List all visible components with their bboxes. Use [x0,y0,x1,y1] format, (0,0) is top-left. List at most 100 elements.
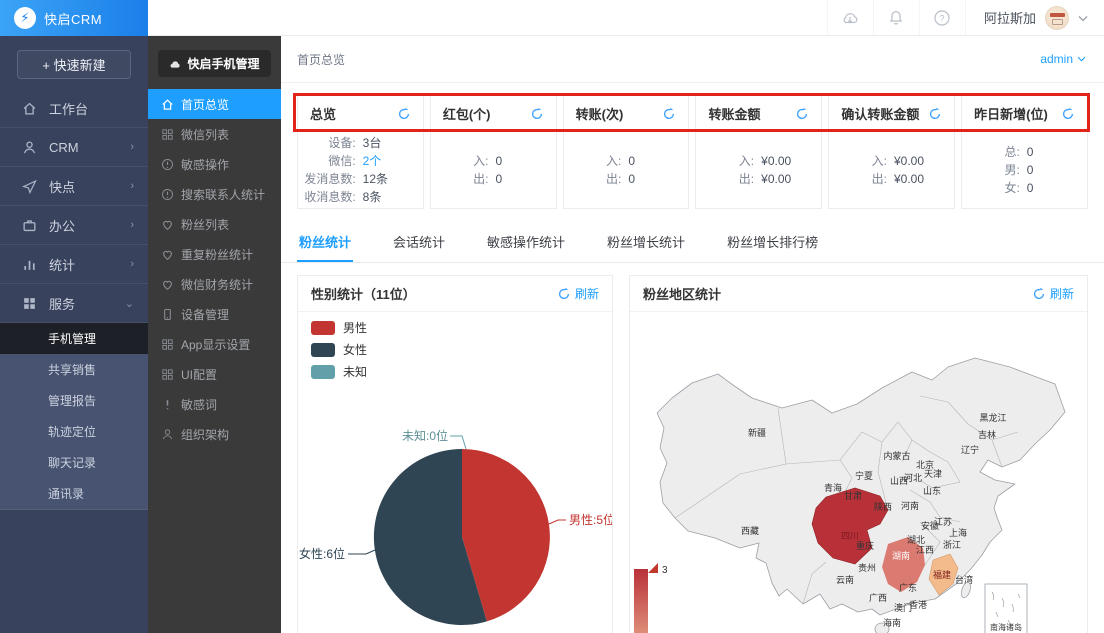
province-label[interactable]: 西藏 [741,525,759,536]
stat-value: 3台 [363,134,417,152]
avatar[interactable] [1045,6,1069,30]
module-item-label: 敏感操作 [181,156,229,173]
legend-item-unknown[interactable]: 未知 [311,363,367,380]
bar-chart-icon [22,257,37,272]
module-item-device-management[interactable]: 设备管理 [148,299,281,329]
province-label[interactable]: 山西 [890,476,908,486]
province-label[interactable]: 四川 [841,531,859,541]
province-label[interactable]: 湖南 [892,550,910,561]
province-label[interactable]: 山东 [923,485,941,496]
province-label[interactable]: 陕西 [874,501,892,512]
province-label[interactable]: 青海 [824,482,842,493]
province-label[interactable]: 辽宁 [961,444,979,455]
tab-sensitive-op-stats[interactable]: 敏感操作统计 [485,224,567,262]
province-label[interactable]: 广西 [869,592,887,603]
submenu-item-track-location[interactable]: 轨迹定位 [0,416,148,447]
province-label[interactable]: 宁夏 [855,470,873,481]
admin-dropdown[interactable]: admin [1040,52,1086,66]
card-title: 转账(次) [576,104,624,123]
module-item-sensitive-operations[interactable]: 敏感操作 [148,149,281,179]
gender-stats-panel: 性别统计（11位） 刷新 男性 女性 未知 [297,275,613,633]
refresh-icon[interactable] [1061,107,1075,121]
bell-icon[interactable] [873,0,919,35]
module-item-org-structure[interactable]: 组织架构 [148,419,281,449]
sidebar-item-workbench[interactable]: 工作台 [0,89,148,128]
refresh-icon[interactable] [795,107,809,121]
province-label[interactable]: 浙江 [943,539,961,550]
sidebar-item-statistics[interactable]: 统计 › [0,245,148,284]
province-label[interactable]: 云南 [836,574,854,585]
module-item-ui-config[interactable]: UI配置 [148,359,281,389]
visual-map-max: 3 [662,565,668,576]
legend-item-female[interactable]: 女性 [311,341,367,358]
chevron-right-icon: › [130,219,134,231]
stat-label: 设备: [304,134,363,152]
submenu-item-phone-management[interactable]: 手机管理 [0,323,148,354]
submenu-item-contacts[interactable]: 通讯录 [0,478,148,509]
province-label[interactable]: 广东 [899,582,917,593]
module-item-duplicate-fans-stats[interactable]: 重复粉丝统计 [148,239,281,269]
province-label[interactable]: 黑龙江 [979,412,1006,423]
submenu-item-management-report[interactable]: 管理报告 [0,385,148,416]
refresh-icon[interactable] [530,107,544,121]
province-label[interactable]: 上海 [949,527,967,538]
region-chart-area: 3 新疆西藏青海甘肃宁夏内蒙古黑龙江吉林辽宁北京天津河北山西山东陕西河南安徽江苏… [630,312,1087,633]
stat-value: 0 [628,170,682,188]
heart-icon [161,248,174,261]
province-label[interactable]: 福建 [933,569,951,580]
refresh-button[interactable]: 刷新 [1032,285,1074,302]
help-icon[interactable]: ? [919,0,965,35]
sidebar-item-services[interactable]: 服务 ⌄ [0,284,148,323]
submenu-item-chat-records[interactable]: 聊天记录 [0,447,148,478]
refresh-icon[interactable] [662,107,676,121]
stat-value-link[interactable]: 2个 [363,152,417,170]
module-item-fans-list[interactable]: 粉丝列表 [148,209,281,239]
province-label[interactable]: 吉林 [978,429,996,440]
module-item-wechat-finance-stats[interactable]: 微信财务统计 [148,269,281,299]
province-label[interactable]: 天津 [924,469,942,479]
module-item-label: 组织架构 [181,426,229,443]
module-item-home-overview[interactable]: 首页总览 [148,89,281,119]
app-logo[interactable]: ⚡ 快启CRM [0,0,148,36]
province-label[interactable]: 台湾 [955,574,973,585]
province-label[interactable]: 重庆 [856,540,874,551]
phone-icon [161,308,174,321]
province-label[interactable]: 江西 [916,545,934,555]
china-mainland-shape[interactable] [657,358,1065,615]
tab-fans-growth-stats[interactable]: 粉丝增长统计 [605,224,687,262]
cloud-sync-icon[interactable] [827,0,873,35]
province-label[interactable]: 河南 [901,500,919,511]
tab-fans-stats[interactable]: 粉丝统计 [297,224,353,262]
module-item-wechat-list[interactable]: 微信列表 [148,119,281,149]
submenu-item-shared-sales[interactable]: 共享销售 [0,354,148,385]
province-label[interactable]: 湖北 [907,535,925,545]
tab-fans-growth-ranking[interactable]: 粉丝增长排行榜 [725,224,820,262]
lightning-logo-icon: ⚡ [14,7,36,29]
sidebar-item-crm[interactable]: CRM › [0,128,148,167]
province-label[interactable]: 南海诸岛 [990,622,1022,632]
province-label[interactable]: 海南 [883,617,901,628]
grid-outline-icon [161,368,174,381]
province-label[interactable]: 新疆 [748,427,766,438]
stat-value: ¥0.00 [894,152,948,170]
user-menu[interactable]: 阿拉斯加 [965,0,1104,35]
visual-map-legend[interactable]: 3 [634,563,668,633]
quick-create-button[interactable]: + 快速新建 [17,50,131,79]
province-label[interactable]: 江苏 [934,516,952,527]
province-label[interactable]: 甘肃 [844,490,862,501]
sidebar-item-kuaidian[interactable]: 快点 › [0,167,148,206]
tab-session-stats[interactable]: 会话统计 [391,224,447,262]
legend-item-male[interactable]: 男性 [311,319,367,336]
sidebar-item-office[interactable]: 办公 › [0,206,148,245]
module-item-app-display-settings[interactable]: App显示设置 [148,329,281,359]
module-header[interactable]: 快启手机管理 [158,50,271,77]
refresh-icon[interactable] [928,107,942,121]
module-item-contact-search-stats[interactable]: 搜索联系人统计 [148,179,281,209]
province-label[interactable]: 澳门 [894,602,912,613]
refresh-icon[interactable] [397,107,411,121]
module-item-sensitive-words[interactable]: 敏感词 [148,389,281,419]
province-label[interactable]: 内蒙古 [883,450,910,461]
refresh-button[interactable]: 刷新 [557,285,599,302]
top-bar-right: ? 阿拉斯加 [148,0,1104,36]
province-label[interactable]: 贵州 [858,562,876,573]
